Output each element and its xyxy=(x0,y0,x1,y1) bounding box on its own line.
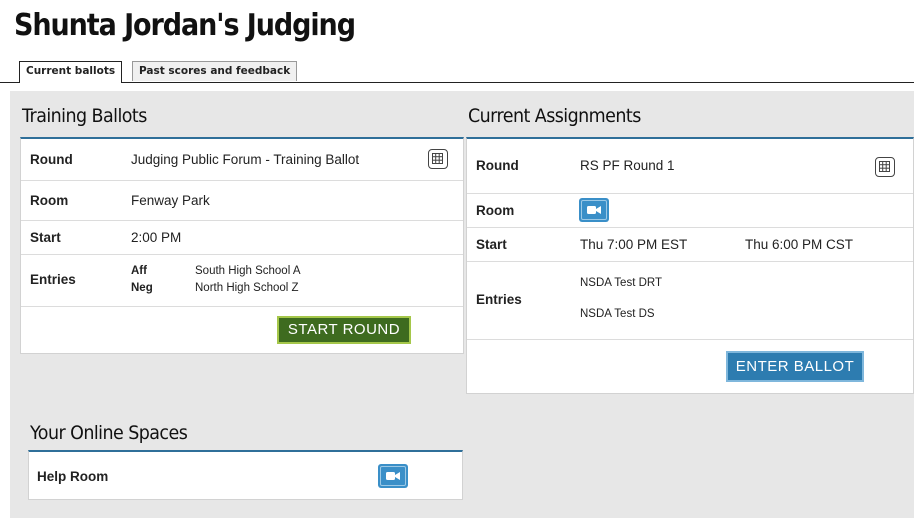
entry-side-neg: Neg xyxy=(131,282,153,294)
video-join-button[interactable] xyxy=(579,198,609,222)
assignment-round-row: Round RS PF Round 1 xyxy=(467,139,913,194)
round-label: Round xyxy=(476,158,519,173)
page-title: Shunta Jordan's Judging xyxy=(14,8,356,43)
start-label: Start xyxy=(30,230,61,245)
training-room-value: Fenway Park xyxy=(131,193,210,208)
help-room-video-button[interactable] xyxy=(378,464,408,488)
current-assignments-title: Current Assignments xyxy=(468,105,641,127)
video-camera-icon xyxy=(587,206,601,214)
tab-past-scores-feedback[interactable]: Past scores and feedback xyxy=(132,61,298,81)
assignment-start-row: Start Thu 7:00 PM EST Thu 6:00 PM CST xyxy=(467,228,913,262)
start-round-button[interactable]: START ROUND xyxy=(277,316,411,344)
room-label: Room xyxy=(476,203,515,218)
assignment-start-local: Thu 6:00 PM CST xyxy=(745,237,854,252)
room-label: Room xyxy=(30,193,69,208)
entries-label: Entries xyxy=(476,292,522,307)
tab-current-ballots[interactable]: Current ballots xyxy=(19,61,123,83)
entry-side-aff: Aff xyxy=(131,265,147,277)
entries-label: Entries xyxy=(30,272,76,287)
enter-ballot-button[interactable]: ENTER BALLOT xyxy=(726,351,864,382)
round-label: Round xyxy=(30,152,73,167)
help-room-label: Help Room xyxy=(37,469,109,484)
assignment-entry-2: NSDA Test DS xyxy=(580,308,655,320)
training-start-value: 2:00 PM xyxy=(131,230,182,245)
online-spaces-title: Your Online Spaces xyxy=(30,422,188,444)
calendar-icon[interactable] xyxy=(428,149,448,169)
current-assignment-panel: Round RS PF Round 1 Room Start Thu 7:00 … xyxy=(466,137,914,394)
training-start-row: Start 2:00 PM xyxy=(21,221,463,255)
assignment-entries-row: Entries NSDA Test DRT NSDA Test DS xyxy=(467,262,913,340)
calendar-icon[interactable] xyxy=(875,157,895,177)
main-content: Training Ballots Round Judging Public Fo… xyxy=(10,91,914,518)
assignment-room-row: Room xyxy=(467,194,913,228)
video-camera-icon xyxy=(386,472,400,480)
training-ballot-panel: Round Judging Public Forum - Training Ba… xyxy=(20,137,464,354)
entry-name-neg: North High School Z xyxy=(195,282,299,294)
training-round-row: Round Judging Public Forum - Training Ba… xyxy=(21,139,463,181)
assignment-round-value: RS PF Round 1 xyxy=(580,158,675,173)
assignment-entry-1: NSDA Test DRT xyxy=(580,277,663,289)
training-room-row: Room Fenway Park xyxy=(21,181,463,221)
assignment-start-value: Thu 7:00 PM EST xyxy=(580,237,688,252)
online-spaces-panel: Help Room xyxy=(28,450,463,500)
tab-bar: Current ballots Past scores and feedback xyxy=(0,60,914,83)
entry-name-aff: South High School A xyxy=(195,265,301,277)
training-ballots-title: Training Ballots xyxy=(22,105,147,127)
start-label: Start xyxy=(476,237,507,252)
training-round-value: Judging Public Forum - Training Ballot xyxy=(131,152,360,167)
training-entries-row: Entries Aff South High School A Neg Nort… xyxy=(21,255,463,307)
